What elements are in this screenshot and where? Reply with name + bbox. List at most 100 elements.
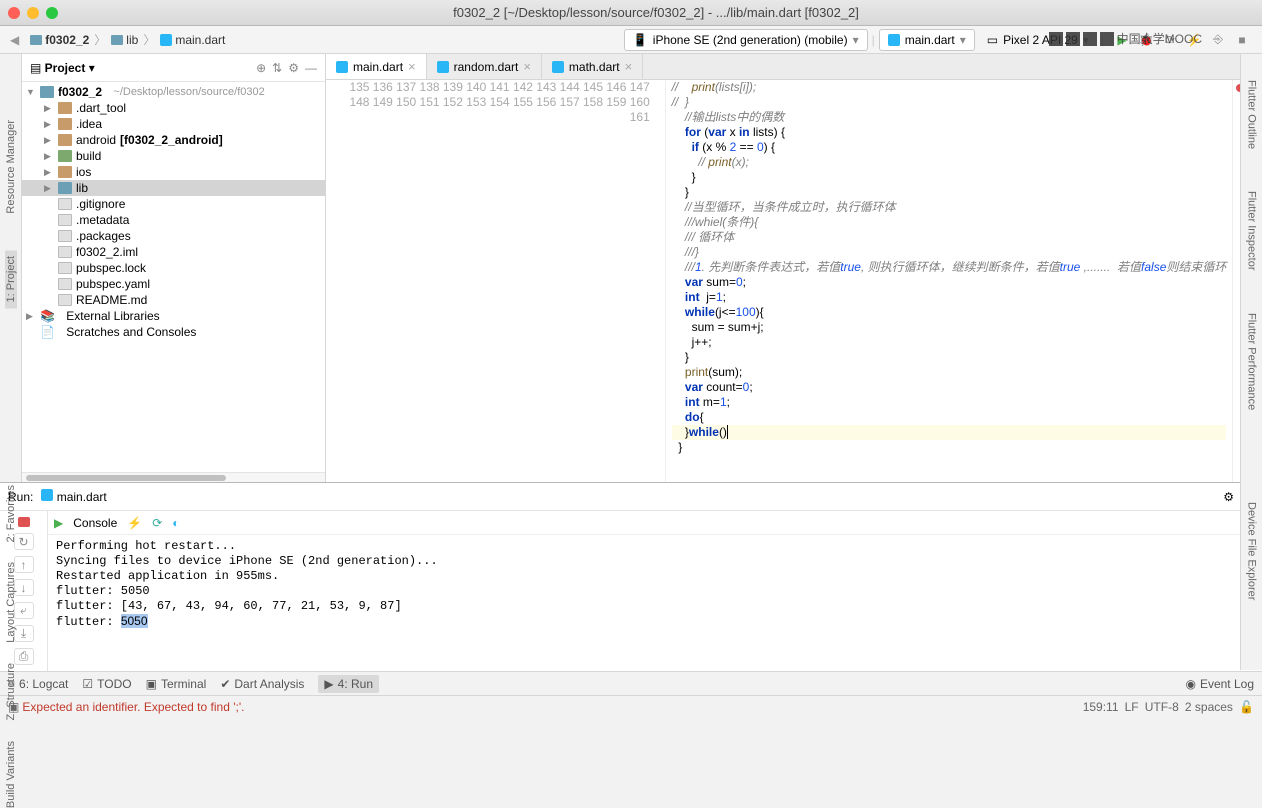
breadcrumb-file[interactable]: main.dart [157, 32, 228, 48]
tree-item[interactable]: ▶.dart_tool [22, 100, 325, 116]
encoding[interactable]: UTF-8 [1145, 700, 1179, 714]
scratches[interactable]: 📄 Scratches and Consoles [22, 324, 325, 340]
device-file-explorer-tab[interactable]: Device File Explorer [1246, 502, 1258, 600]
project-view-dropdown[interactable]: ▤ Project ▾ [30, 61, 95, 75]
console-tab[interactable]: Console [73, 516, 117, 530]
close-tab-icon[interactable]: × [408, 59, 416, 74]
gear-icon[interactable]: ⚙ [1223, 490, 1234, 504]
indent[interactable]: 2 spaces [1185, 700, 1233, 714]
resource-manager-tab[interactable]: Resource Manager [5, 114, 17, 220]
folder-icon [40, 86, 54, 98]
tree-item[interactable]: .gitignore [22, 196, 325, 212]
maximize-window-icon[interactable] [46, 7, 58, 19]
tree-item[interactable]: f0302_2.iml [22, 244, 325, 260]
dart-file-icon [336, 61, 348, 73]
console-output[interactable]: Performing hot restart... Syncing files … [48, 535, 1262, 671]
code-content[interactable]: // print(lists[i]);// } //输出lists中的偶数 fo… [666, 80, 1233, 482]
readonly-icon[interactable]: 🔓 [1239, 700, 1254, 714]
open-devtools-icon[interactable]: ◐ [172, 516, 179, 530]
tree-scrollbar[interactable] [22, 472, 325, 482]
tree-item[interactable]: pubspec.lock [22, 260, 325, 276]
layout-captures-tab[interactable]: Layout Captures [5, 562, 17, 643]
bottom-toolbar: ≡ 6: Logcat ☑ TODO ▣ Terminal ✔ Dart Ana… [0, 671, 1262, 695]
run-tab[interactable]: ▶ 4: Run [318, 675, 379, 693]
profile-icon[interactable]: ⟳ [1162, 32, 1178, 48]
run-config[interactable]: main.dart [41, 489, 106, 504]
file-icon [58, 198, 72, 210]
build-variants-tab[interactable]: Build Variants [5, 741, 17, 808]
phone-icon: ▭ [987, 33, 998, 47]
flutter-performance-tab[interactable]: Flutter Performance [1246, 307, 1258, 416]
phone-icon: 📱 [633, 33, 648, 47]
folder-icon [30, 35, 42, 45]
hot-reload-icon[interactable]: ⚡ [1186, 32, 1202, 48]
file-icon [58, 294, 72, 306]
file-icon [58, 214, 72, 226]
settings-icon[interactable]: ⇅ [272, 61, 282, 75]
device-selector[interactable]: 📱 iPhone SE (2nd generation) (mobile)▾ [624, 29, 868, 51]
attach-icon[interactable]: ⎆ [1210, 32, 1226, 48]
line-separator[interactable]: LF [1125, 700, 1139, 714]
dart-file-icon [160, 34, 172, 46]
todo-tab[interactable]: ☑ TODO [82, 677, 131, 691]
scratch-icon: 📄 [40, 325, 55, 339]
flutter-inspector-tab[interactable]: Flutter Inspector [1246, 185, 1258, 276]
close-tab-icon[interactable]: × [523, 59, 531, 74]
breadcrumb-lib[interactable]: lib [108, 32, 141, 48]
folder-icon [58, 118, 72, 130]
file-icon [58, 246, 72, 258]
dart-file-icon [437, 61, 449, 73]
code-editor: main.dart×random.dart×math.dart× 135 136… [326, 54, 1240, 482]
tree-item[interactable]: ▶android [f0302_2_android] [22, 132, 325, 148]
file-icon [58, 278, 72, 290]
tree-root[interactable]: ▼ f0302_2 ~/Desktop/lesson/source/f0302 [22, 84, 325, 100]
tree-item[interactable]: .metadata [22, 212, 325, 228]
line-gutter[interactable]: 135 136 137 138 139 140 141 142 143 144 … [326, 80, 658, 482]
run-config-selector[interactable]: main.dart▾ [879, 29, 975, 51]
gear-icon[interactable]: ⚙ [288, 61, 299, 75]
tree-item[interactable]: ▶build [22, 148, 325, 164]
collapse-icon[interactable]: ⊕ [256, 61, 266, 75]
error-stripe[interactable] [1232, 80, 1240, 482]
status-error[interactable]: Expected an identifier. Expected to find… [22, 700, 244, 714]
tree-item[interactable]: ▶ios [22, 164, 325, 180]
debug-icon[interactable]: 🐞 [1138, 32, 1154, 48]
editor-tab[interactable]: main.dart× [326, 54, 427, 79]
stop-icon[interactable]: ■ [1234, 32, 1250, 48]
nav-back-icon[interactable]: ◀ [6, 33, 23, 47]
target-device[interactable]: ▭ Pixel 2 API 29▾ [979, 30, 1097, 50]
close-window-icon[interactable] [8, 7, 20, 19]
file-icon [58, 262, 72, 274]
window-title: f0302_2 [~/Desktop/lesson/source/f0302_2… [58, 5, 1254, 20]
close-tab-icon[interactable]: × [625, 59, 633, 74]
folder-icon [58, 134, 72, 146]
tree-item[interactable]: ▶lib [22, 180, 325, 196]
project-tab[interactable]: 1: Project [5, 250, 17, 308]
terminal-tab[interactable]: ▣ Terminal [146, 677, 207, 691]
tree-item[interactable]: ▶.idea [22, 116, 325, 132]
editor-tab[interactable]: random.dart× [427, 54, 542, 79]
tree-item[interactable]: .packages [22, 228, 325, 244]
folder-icon [58, 182, 72, 194]
breadcrumb-project[interactable]: f0302_2 [27, 32, 92, 48]
external-libraries[interactable]: ▶📚 External Libraries [22, 308, 325, 324]
dart-analysis-tab[interactable]: ✔ Dart Analysis [220, 677, 304, 691]
flutter-outline-tab[interactable]: Flutter Outline [1246, 74, 1258, 155]
event-log-tab[interactable]: ◉ Event Log [1185, 677, 1254, 691]
folder-icon [58, 150, 72, 162]
tree-item[interactable]: pubspec.yaml [22, 276, 325, 292]
lightning-icon[interactable]: ⚡ [127, 516, 142, 530]
reload-icon[interactable]: ⟳ [152, 516, 162, 530]
error-marker-icon[interactable] [1236, 84, 1240, 92]
favorites-tab[interactable]: 2: Favorites [5, 485, 17, 542]
structure-tab[interactable]: Z. Structure [5, 663, 17, 720]
minimize-window-icon[interactable] [27, 7, 39, 19]
cursor-position[interactable]: 159:11 [1083, 700, 1119, 714]
console-play-icon[interactable]: ▶ [54, 516, 63, 530]
hide-icon[interactable]: — [305, 61, 317, 75]
project-tree[interactable]: ▼ f0302_2 ~/Desktop/lesson/source/f0302 … [22, 82, 325, 472]
editor-tab[interactable]: math.dart× [542, 54, 643, 79]
run-icon[interactable]: ▶ [1114, 32, 1130, 48]
tree-item[interactable]: README.md [22, 292, 325, 308]
dart-file-icon [552, 61, 564, 73]
